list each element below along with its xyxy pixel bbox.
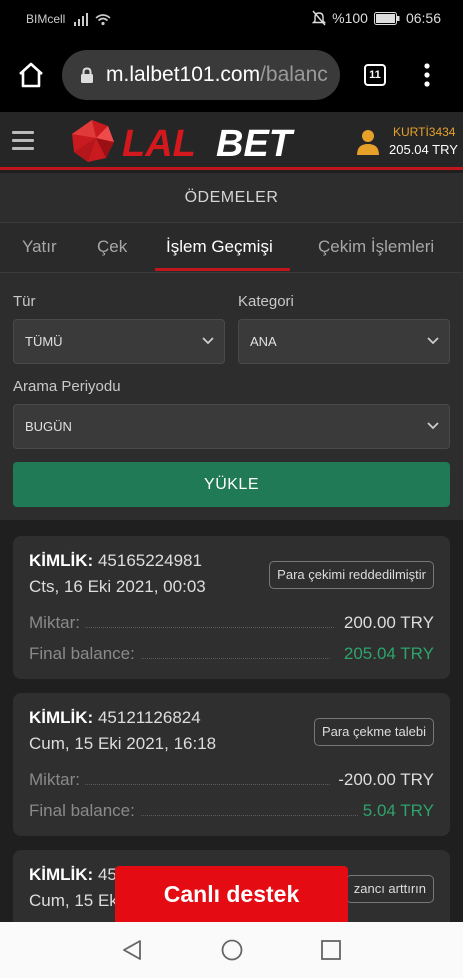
transaction-id: 45121126824 — [97, 708, 201, 727]
transaction-id: 45165224981 — [97, 551, 202, 570]
transaction-id-line: KİMLİK: 45 — [29, 865, 117, 885]
final-balance-value: 205.04 TRY — [343, 644, 434, 663]
status-badge: Para çekimi reddedilmiştir — [269, 561, 434, 589]
lalbet-logo[interactable]: LAL BET — [70, 118, 328, 164]
transaction-date: Cts, 16 Eki 2021, 00:03 — [29, 577, 206, 596]
load-button[interactable]: YÜKLE — [13, 462, 450, 507]
payment-tabs: Yatır Çek İşlem Geçmişi Çekim İşlemleri — [0, 223, 463, 273]
category-label: Kategori — [238, 293, 294, 310]
transaction-card[interactable]: KİMLİK: 45165224981 Cts, 16 Eki 2021, 00… — [13, 536, 450, 679]
signal-wifi-icon — [74, 13, 111, 26]
site-header: LAL BET KURTİ3434 205.04 TRY — [0, 112, 463, 170]
hamburger-menu-icon[interactable] — [12, 131, 34, 151]
tab-deposit[interactable]: Yatır — [22, 237, 57, 257]
period-select-value: BUGÜN — [25, 419, 72, 434]
system-nav-bar — [0, 922, 463, 978]
final-balance-label: Final balance: — [29, 644, 135, 663]
user-avatar-icon — [357, 130, 379, 155]
battery-icon — [373, 11, 400, 25]
amount-label: Miktar: — [29, 770, 80, 789]
chevron-down-icon — [202, 337, 214, 345]
chevron-down-icon — [427, 422, 439, 430]
dotted-leader — [141, 658, 330, 659]
svg-text:LAL: LAL — [122, 123, 196, 164]
live-support-button[interactable]: Canlı destek — [115, 866, 348, 922]
amount-value: -200.00 TRY — [338, 770, 434, 789]
tab-transaction-history[interactable]: İşlem Geçmişi — [166, 237, 273, 257]
chevron-down-icon — [427, 337, 439, 345]
period-select[interactable]: BUGÜN — [13, 404, 450, 449]
clock: 06:56 — [405, 10, 441, 26]
period-label: Arama Periyodu — [13, 378, 121, 395]
back-icon[interactable] — [121, 938, 143, 962]
browser-toolbar: m.lalbet101.com/balanc 11 — [0, 38, 463, 112]
status-badge: Para çekme talebi — [313, 718, 434, 746]
amount-label: Miktar: — [29, 613, 80, 632]
filter-panel: Tür TÜMÜ Kategori ANA Arama Periyodu BUG… — [0, 273, 463, 520]
transaction-id-line: KİMLİK: 45121126824 — [29, 708, 201, 728]
url-domain: m.lalbet101.com — [106, 63, 261, 86]
url-path: /balanc — [260, 63, 328, 86]
recents-icon[interactable] — [320, 938, 342, 962]
amount-value: 200.00 TRY — [343, 613, 434, 632]
home-icon[interactable] — [16, 60, 46, 90]
tab-count-button[interactable]: 11 — [364, 64, 386, 86]
dotted-leader — [141, 815, 358, 816]
status-badge: zancı arttırın — [345, 875, 434, 903]
address-bar[interactable]: m.lalbet101.com/balanc — [62, 50, 340, 100]
final-balance-value: 5.04 TRY — [362, 801, 434, 820]
transaction-card[interactable]: KİMLİK: 45121126824 Cum, 15 Eki 2021, 16… — [13, 693, 450, 836]
type-select-value: TÜMÜ — [25, 334, 63, 349]
lock-icon — [81, 67, 93, 83]
dotted-leader — [85, 784, 330, 785]
id-label: KİMLİK: — [29, 551, 94, 570]
transaction-date: Cum, 15 Eki 2021, 16:18 — [29, 734, 217, 753]
type-select[interactable]: TÜMÜ — [13, 319, 225, 364]
status-bar: BIMcell %100 06:56 — [0, 0, 463, 38]
mute-icon — [312, 10, 327, 26]
id-label: KİMLİK: — [29, 708, 94, 727]
status-right: %100 06:56 — [312, 10, 441, 26]
id-label: KİMLİK: — [29, 865, 94, 884]
category-select[interactable]: ANA — [238, 319, 450, 364]
transaction-list: KİMLİK: 45165224981 Cts, 16 Eki 2021, 00… — [0, 520, 463, 922]
tab-withdrawal-operations[interactable]: Çekim İşlemleri — [318, 237, 434, 257]
user-balance: 205.04 TRY — [389, 142, 458, 157]
svg-text:BET: BET — [216, 123, 295, 164]
username: KURTİ3434 — [393, 125, 456, 139]
home-circle-icon[interactable] — [220, 938, 244, 962]
page-title: ÖDEMELER — [0, 173, 463, 223]
url-text: m.lalbet101.com/balanc — [106, 63, 328, 87]
type-label: Tür — [13, 293, 36, 310]
final-balance-label: Final balance: — [29, 801, 135, 820]
carrier-name: BIMcell — [26, 12, 66, 26]
tab-withdraw[interactable]: Çek — [97, 237, 127, 257]
active-tab-indicator — [155, 268, 290, 271]
dotted-leader — [85, 627, 334, 628]
transaction-id-line: KİMLİK: 45165224981 — [29, 551, 202, 571]
more-menu-icon[interactable] — [420, 62, 434, 88]
category-select-value: ANA — [250, 334, 277, 349]
battery-percent: %100 — [332, 10, 368, 26]
transaction-date: Cum, 15 Ek — [29, 891, 118, 910]
